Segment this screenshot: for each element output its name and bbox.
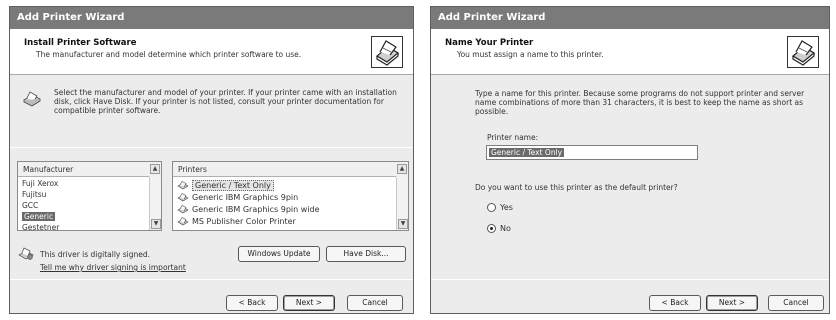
back-button[interactable]: < Back — [649, 295, 701, 311]
list-item-manufacturer[interactable]: Gestetner — [18, 222, 161, 230]
scroll-up-arrow-icon[interactable]: ▲ — [397, 164, 407, 174]
printer-icon — [177, 217, 189, 226]
driver-signing-link[interactable]: Tell me why driver signing is important — [40, 263, 186, 272]
radio-circle-selected — [487, 224, 496, 233]
printer-icon — [177, 205, 189, 214]
header-subtitle: The manufacturer and model determine whi… — [36, 50, 302, 59]
printers-scrollbar[interactable]: ▼ — [396, 177, 408, 230]
cancel-label: Cancel — [783, 298, 809, 307]
scroll-up-arrow-icon[interactable]: ▲ — [150, 164, 160, 174]
header-title: Install Printer Software — [24, 38, 137, 48]
scroll-down-arrow-icon[interactable]: ▼ — [398, 219, 408, 229]
list-item-manufacturer[interactable]: Generic — [18, 211, 161, 222]
printer-name: Generic IBM Graphics 9pin — [192, 193, 299, 202]
cancel-label: Cancel — [362, 298, 388, 307]
back-label: < Back — [661, 298, 689, 307]
default-no-radio[interactable]: No — [487, 224, 511, 233]
wizard-header: Name Your Printer You must assign a name… — [431, 29, 829, 75]
printer-name-label-text: Printer name: — [487, 133, 539, 142]
next-label: Next > — [718, 298, 746, 307]
yes-label: Yes — [500, 203, 513, 212]
list-item-printer[interactable]: Generic IBM Graphics 9pin wide — [173, 203, 408, 215]
printer-name-label: Printer name: — [487, 133, 538, 142]
default-printer-question: Do you want to use this printer as the d… — [475, 183, 678, 192]
instructions-text: Select the manufacturer and model of you… — [54, 88, 397, 115]
scroll-down-arrow-icon[interactable]: ▼ — [151, 219, 161, 229]
header-title: Name Your Printer — [445, 38, 534, 48]
header-subtitle: You must assign a name to this printer. — [457, 50, 604, 59]
printer-wizard-icon — [787, 36, 819, 68]
printer-name: Generic / Text Only — [192, 180, 274, 191]
printer-list: Generic / Text Only Generic IBM Graphics… — [173, 177, 408, 227]
list-item-printer[interactable]: Generic / Text Only — [173, 179, 408, 191]
windows-update-button[interactable]: Windows Update — [238, 246, 320, 262]
separator — [10, 279, 413, 280]
driver-signed-icon — [18, 247, 34, 260]
manufacturer-listbox[interactable]: Manufacturer ▲ Fuji Xerox Fujitsu GCC Ge… — [17, 161, 162, 231]
window-title: Add Printer Wizard — [431, 7, 829, 29]
printer-icon — [23, 91, 41, 107]
have-disk-label: Have Disk... — [343, 249, 389, 258]
printers-header-label: Printers — [178, 165, 207, 174]
printer-name-value: Generic / Text Only — [489, 148, 565, 157]
printer-wizard-icon — [371, 36, 403, 68]
list-item-printer[interactable]: MS Publisher Color Printer — [173, 215, 408, 227]
manufacturer-column-header: Manufacturer — [18, 162, 161, 177]
manufacturer-scrollbar[interactable]: ▼ — [149, 177, 161, 230]
radio-circle — [487, 203, 496, 212]
printer-name: MS Publisher Color Printer — [192, 217, 296, 226]
next-button[interactable]: Next > — [706, 295, 758, 311]
selected-manufacturer: Generic — [22, 212, 56, 221]
list-item-manufacturer[interactable]: Fuji Xerox — [18, 178, 161, 189]
no-label: No — [500, 224, 511, 233]
window-title: Add Printer Wizard — [10, 7, 413, 29]
manufacturer-header-label: Manufacturer — [23, 165, 74, 174]
separator — [10, 147, 413, 148]
add-printer-wizard-window-name: Add Printer Wizard Name Your Printer You… — [430, 6, 830, 314]
list-item-manufacturer[interactable]: Fujitsu — [18, 189, 161, 200]
next-button[interactable]: Next > — [283, 295, 335, 311]
cancel-button[interactable]: Cancel — [347, 295, 403, 311]
windows-update-label: Windows Update — [247, 249, 311, 258]
printer-name-field[interactable]: Generic / Text Only — [486, 145, 698, 160]
printer-icon — [177, 193, 189, 202]
instructions-text: Type a name for this printer. Because so… — [475, 89, 805, 116]
driver-signed-text: This driver is digitally signed. — [40, 250, 151, 259]
printer-name: Generic IBM Graphics 9pin wide — [192, 205, 320, 214]
list-item-manufacturer[interactable]: GCC — [18, 200, 161, 211]
wizard-header: Install Printer Software The manufacture… — [10, 29, 413, 75]
printers-column-header: Printers — [173, 162, 408, 177]
next-label: Next > — [295, 298, 323, 307]
printer-icon — [177, 181, 189, 190]
list-item-printer[interactable]: Generic IBM Graphics 9pin — [173, 191, 408, 203]
back-label: < Back — [238, 298, 266, 307]
default-yes-radio[interactable]: Yes — [487, 203, 513, 212]
manufacturer-list: Fuji Xerox Fujitsu GCC Generic Gestetner — [18, 177, 161, 230]
have-disk-button[interactable]: Have Disk... — [326, 246, 406, 262]
separator — [431, 279, 829, 280]
cancel-button[interactable]: Cancel — [768, 295, 824, 311]
printers-listbox[interactable]: Printers ▲ Generic / Text Only Generic I… — [172, 161, 409, 231]
back-button[interactable]: < Back — [226, 295, 278, 311]
add-printer-wizard-window-software: Add Printer Wizard Install Printer Softw… — [9, 6, 414, 314]
